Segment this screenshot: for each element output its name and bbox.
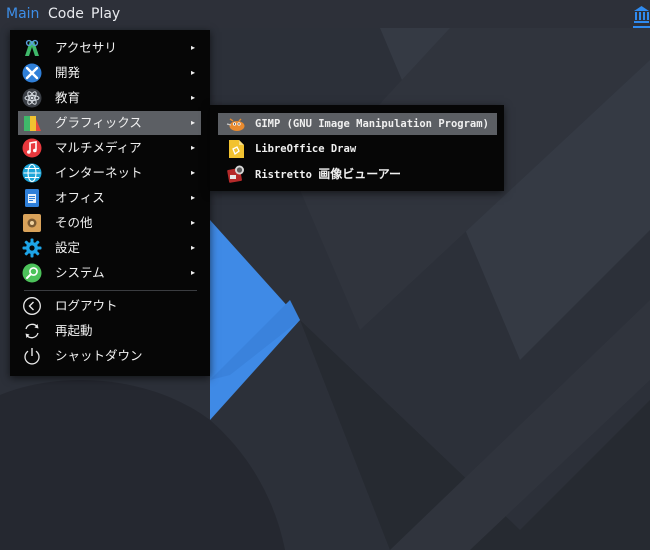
submenu-arrow-icon: ▸ (190, 193, 195, 202)
menu-item-label: 開発 (55, 65, 81, 80)
graphics-submenu: GIMP (GNU Image Manipulation Program) Li… (210, 105, 504, 191)
restart-icon (22, 321, 42, 341)
menu-item-label: シャットダウン (55, 348, 143, 363)
menu-item-label: システム (55, 265, 105, 280)
development-icon (22, 63, 42, 83)
libreoffice-draw-icon (226, 139, 246, 159)
menu-item-settings[interactable]: 設定 ▸ (18, 236, 201, 260)
panel-menu-main[interactable]: Main (4, 0, 41, 28)
submenu-item-label: LibreOffice Draw (255, 143, 357, 155)
office-icon (22, 188, 42, 208)
panel-menu-play[interactable]: Play (89, 0, 122, 28)
panel-menu-code[interactable]: Code (46, 0, 86, 28)
education-atom-icon (22, 88, 42, 108)
submenu-arrow-icon: ▸ (190, 68, 195, 77)
menu-item-label: その他 (55, 215, 93, 230)
menu-item-logout[interactable]: ログアウト (18, 294, 201, 318)
other-icon (22, 213, 42, 233)
submenu-arrow-icon: ▸ (190, 218, 195, 227)
menu-item-accessories[interactable]: アクセサリ ▸ (18, 36, 201, 60)
menu-item-development[interactable]: 開発 ▸ (18, 61, 201, 85)
menu-item-label: インターネット (55, 165, 143, 180)
submenu-arrow-icon: ▸ (190, 93, 195, 102)
accessories-icon (22, 38, 42, 58)
menu-separator (24, 290, 197, 291)
menu-item-internet[interactable]: インターネット ▸ (18, 161, 201, 185)
menu-item-system[interactable]: システム ▸ (18, 261, 201, 285)
submenu-item-gimp[interactable]: GIMP (GNU Image Manipulation Program) (218, 113, 497, 135)
settings-gear-icon (22, 238, 42, 258)
bank-icon[interactable] (633, 4, 650, 28)
submenu-item-label: Ristretto 画像ビューアー (255, 163, 401, 185)
submenu-arrow-icon: ▸ (190, 168, 195, 177)
menu-item-education[interactable]: 教育 ▸ (18, 86, 201, 110)
menu-item-label: 再起動 (55, 323, 93, 338)
menu-item-label: グラフィックス (55, 115, 142, 130)
submenu-arrow-icon: ▸ (190, 118, 195, 127)
logout-icon (22, 296, 42, 316)
submenu-item-label-latin: Ristretto (255, 169, 319, 181)
top-panel: Main Code Play (0, 0, 650, 28)
submenu-arrow-icon: ▸ (190, 43, 195, 52)
submenu-item-label-ja: 画像ビューアー (318, 167, 402, 181)
ristretto-icon (226, 164, 246, 184)
menu-item-shutdown[interactable]: シャットダウン (18, 344, 201, 368)
menu-item-label: 設定 (55, 240, 81, 255)
menu-item-other[interactable]: その他 ▸ (18, 211, 201, 235)
menu-item-multimedia[interactable]: マルチメディア ▸ (18, 136, 201, 160)
menu-item-label: 教育 (55, 90, 81, 105)
submenu-item-libreoffice-draw[interactable]: LibreOffice Draw (218, 138, 497, 160)
menu-item-office[interactable]: オフィス ▸ (18, 186, 201, 210)
gimp-icon (226, 114, 246, 134)
submenu-item-ristretto[interactable]: Ristretto 画像ビューアー (218, 163, 497, 185)
shutdown-icon (22, 346, 42, 366)
applications-menu: アクセサリ ▸ 開発 ▸ 教育 ▸ グラフィックス ▸ マルチメディア ▸ イン… (10, 30, 210, 376)
submenu-arrow-icon: ▸ (190, 268, 195, 277)
graphics-icon (22, 113, 42, 133)
submenu-arrow-icon: ▸ (190, 143, 195, 152)
menu-item-label: ログアウト (55, 298, 118, 313)
menu-item-label: アクセサリ (55, 40, 117, 55)
menu-item-label: マルチメディア (55, 140, 142, 155)
menu-item-restart[interactable]: 再起動 (18, 319, 201, 343)
submenu-item-label: GIMP (GNU Image Manipulation Program) (255, 118, 489, 130)
menu-item-graphics[interactable]: グラフィックス ▸ (18, 111, 201, 135)
submenu-arrow-icon: ▸ (190, 243, 195, 252)
system-search-icon (22, 263, 42, 283)
multimedia-note-icon (22, 138, 42, 158)
menu-item-label: オフィス (55, 190, 105, 205)
internet-globe-icon (22, 163, 42, 183)
